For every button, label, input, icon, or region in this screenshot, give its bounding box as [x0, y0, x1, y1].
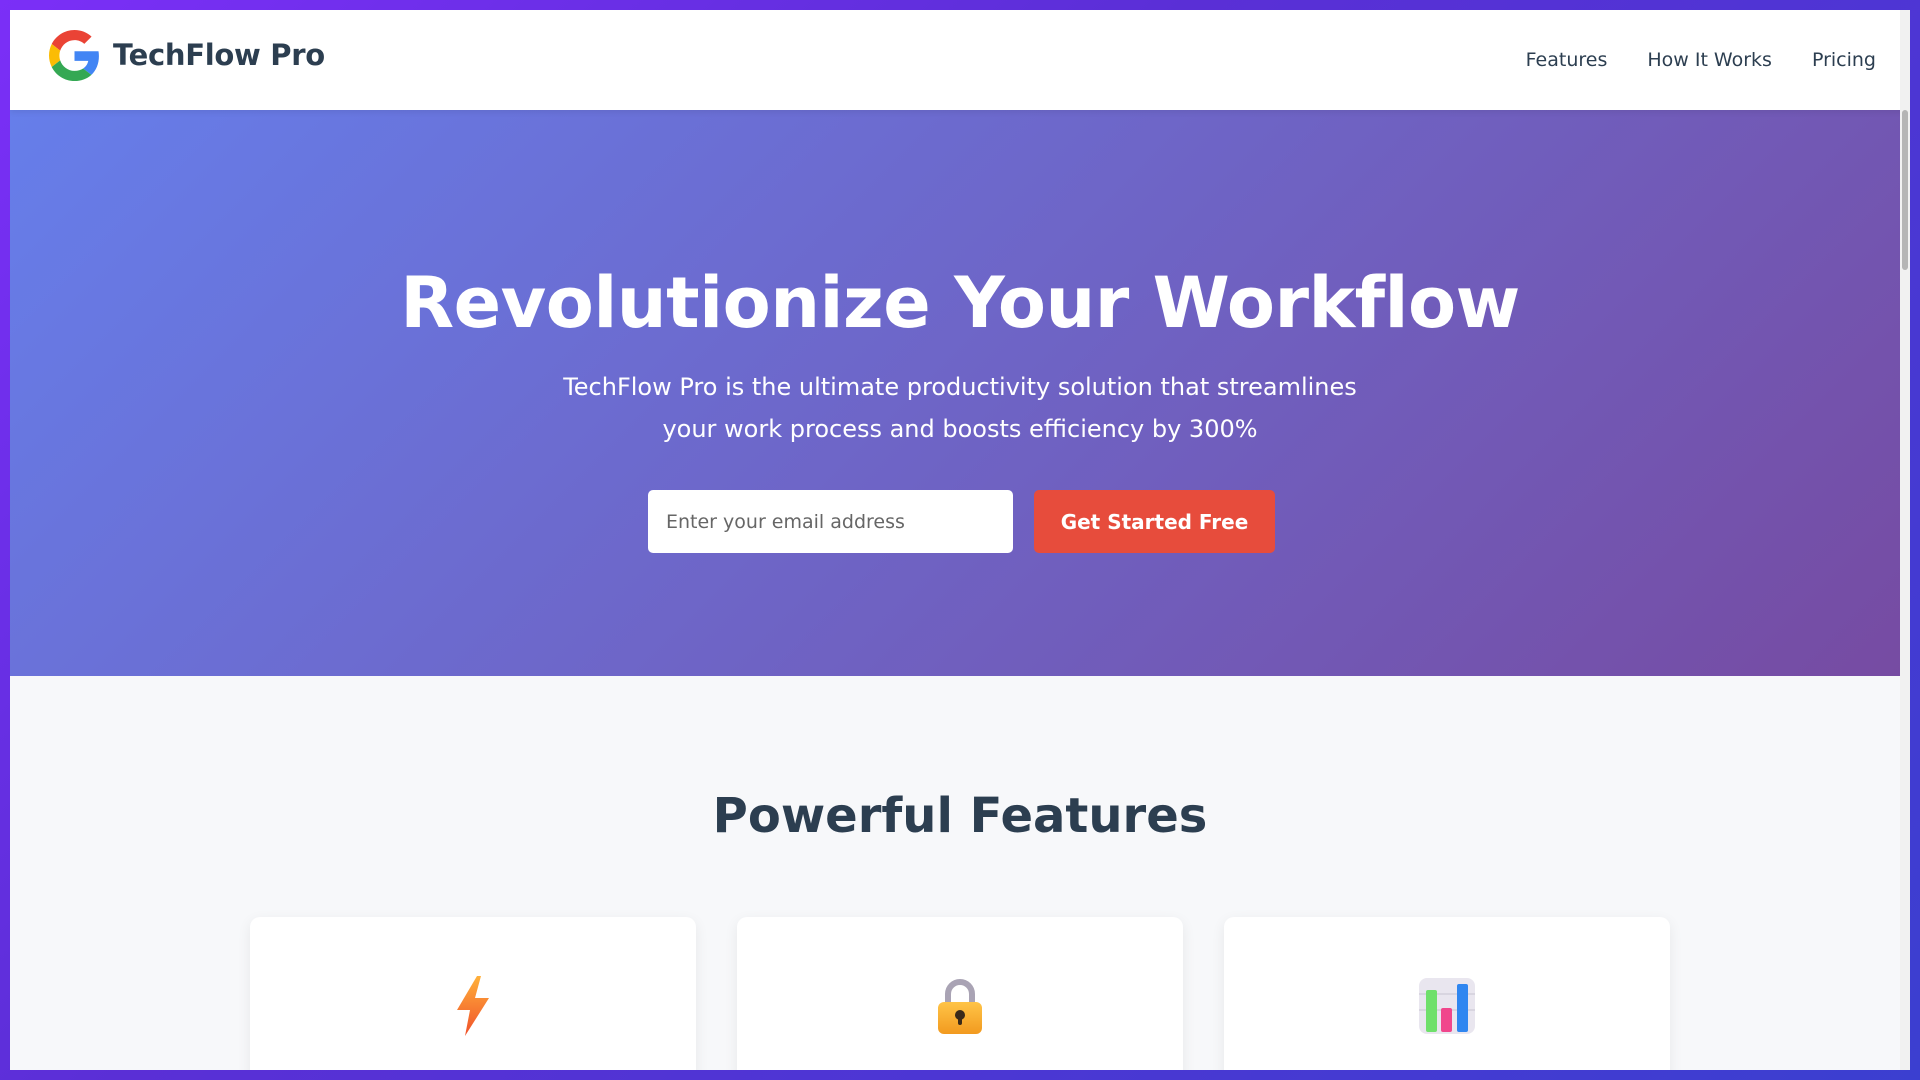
feature-card [1224, 917, 1670, 1070]
site-header: TechFlow Pro Features How It Works Prici… [10, 10, 1910, 110]
signup-form: Get Started Free [648, 490, 1275, 553]
nav-link-pricing[interactable]: Pricing [1812, 49, 1876, 71]
nav-link-features[interactable]: Features [1526, 49, 1608, 71]
nav-link-how-it-works[interactable]: How It Works [1647, 49, 1772, 71]
main-nav: Features How It Works Pricing [1526, 10, 1876, 110]
brand-name: TechFlow Pro [113, 38, 325, 72]
features-section: Powerful Features [10, 676, 1910, 1070]
google-g-icon [49, 29, 99, 81]
email-input[interactable] [648, 490, 1013, 553]
logo[interactable]: TechFlow Pro [49, 29, 325, 81]
get-started-button[interactable]: Get Started Free [1034, 490, 1275, 553]
features-heading: Powerful Features [712, 788, 1208, 844]
lock-icon [938, 979, 982, 1034]
hero-subtitle: TechFlow Pro is the ultimate productivit… [563, 373, 1357, 443]
lightning-icon [457, 976, 489, 1036]
hero-section: Revolutionize Your Workflow TechFlow Pro… [10, 110, 1910, 676]
hero-title: Revolutionize Your Workflow [400, 262, 1520, 344]
page-scrollbar[interactable] [1900, 10, 1910, 1070]
bar-chart-icon [1419, 978, 1475, 1034]
browser-viewport: TechFlow Pro Features How It Works Prici… [10, 10, 1910, 1070]
feature-card [250, 917, 696, 1070]
feature-card [737, 917, 1183, 1070]
scrollbar-thumb[interactable] [1902, 110, 1908, 270]
